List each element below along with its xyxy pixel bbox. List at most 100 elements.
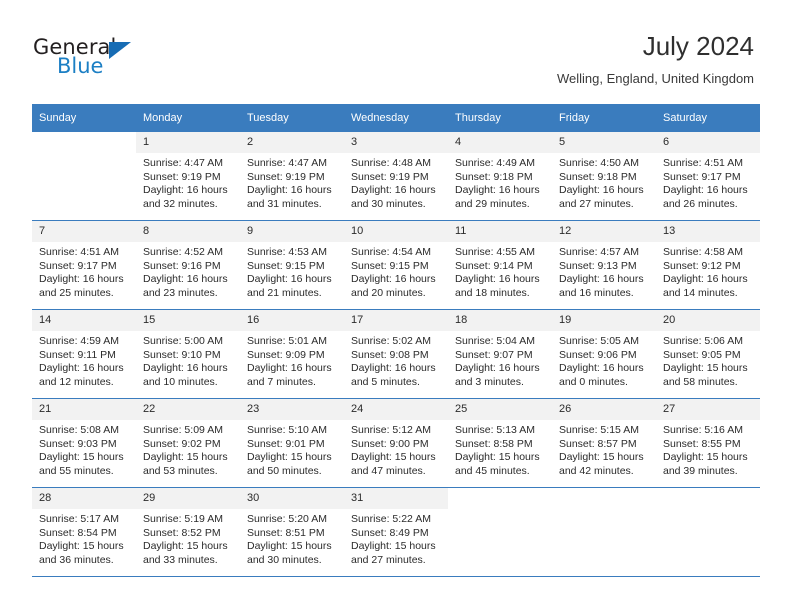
day-number: 11 <box>448 221 552 242</box>
day-cell-content: 3 Sunrise: 4:48 AM Sunset: 9:19 PM Daylight… <box>344 132 448 220</box>
daylight-duration-line1: Daylight: 16 hours <box>351 184 436 197</box>
day-cell-content: 10 Sunrise: 4:54 AM Sunset: 9:15 PM Dayligh… <box>344 221 448 309</box>
day-details: Sunrise: 4:58 AM Sunset: 9:12 PM Daylight:… <box>656 242 760 300</box>
day-details: Sunrise: 4:49 AM Sunset: 9:18 PM Daylight:… <box>448 153 552 211</box>
day-details: Sunrise: 5:15 AM Sunset: 8:57 PM Daylight:… <box>552 420 656 478</box>
calendar-day-cell[interactable]: 4 Sunrise: 4:49 AM Sunset: 9:18 PM Daylight… <box>448 132 552 221</box>
calendar-day-cell[interactable]: 1 Sunrise: 4:47 AM Sunset: 9:19 PM Daylight… <box>136 132 240 221</box>
sunrise-time: Sunrise: 4:59 AM <box>39 335 119 347</box>
calendar-week-row: 21 Sunrise: 5:08 AM Sunset: 9:03 PM Dayligh… <box>32 398 760 488</box>
calendar-day-cell[interactable]: 22 Sunrise: 5:09 AM Sunset: 9:02 PM Dayligh… <box>136 398 240 488</box>
day-details: Sunrise: 4:54 AM Sunset: 9:15 PM Daylight:… <box>344 242 448 300</box>
daylight-duration-line1: Daylight: 15 hours <box>351 451 436 464</box>
day-cell-content: 29 Sunrise: 5:19 AM Sunset: 8:52 PM Dayligh… <box>136 488 240 576</box>
calendar-day-cell[interactable]: 10 Sunrise: 4:54 AM Sunset: 9:15 PM Dayligh… <box>344 220 448 310</box>
day-number: 3 <box>344 132 448 153</box>
calendar-day-cell[interactable]: 30 Sunrise: 5:20 AM Sunset: 8:51 PM Dayligh… <box>240 487 344 577</box>
daylight-duration-line1: Daylight: 15 hours <box>559 451 644 464</box>
calendar-day-cell[interactable]: 9 Sunrise: 4:53 AM Sunset: 9:15 PM Daylight… <box>240 220 344 310</box>
sunset-time: Sunset: 9:06 PM <box>559 348 637 361</box>
calendar-day-cell[interactable]: 20 Sunrise: 5:06 AM Sunset: 9:05 PM Dayligh… <box>656 309 760 399</box>
daylight-duration-line1: Daylight: 16 hours <box>143 362 228 375</box>
daylight-duration-line2: and 10 minutes. <box>143 375 218 388</box>
calendar-day-cell[interactable]: 12 Sunrise: 4:57 AM Sunset: 9:13 PM Dayligh… <box>552 220 656 310</box>
day-number <box>32 132 136 153</box>
day-number: 6 <box>656 132 760 153</box>
calendar-day-cell[interactable]: 21 Sunrise: 5:08 AM Sunset: 9:03 PM Dayligh… <box>32 398 136 488</box>
sunset-time: Sunset: 9:14 PM <box>455 259 533 272</box>
sunset-time: Sunset: 9:18 PM <box>455 170 533 183</box>
daylight-duration-line1: Daylight: 16 hours <box>351 362 436 375</box>
day-cell-content: 18 Sunrise: 5:04 AM Sunset: 9:07 PM Dayligh… <box>448 310 552 398</box>
day-number: 18 <box>448 310 552 331</box>
day-number: 22 <box>136 399 240 420</box>
day-number: 2 <box>240 132 344 153</box>
day-details: Sunrise: 5:06 AM Sunset: 9:05 PM Daylight:… <box>656 331 760 389</box>
calendar-day-cell[interactable]: 29 Sunrise: 5:19 AM Sunset: 8:52 PM Dayligh… <box>136 487 240 577</box>
sunrise-time: Sunrise: 4:47 AM <box>247 157 327 169</box>
sunrise-time: Sunrise: 4:51 AM <box>663 157 743 169</box>
day-details: Sunrise: 4:51 AM Sunset: 9:17 PM Daylight:… <box>656 153 760 211</box>
calendar-day-cell[interactable]: 15 Sunrise: 5:00 AM Sunset: 9:10 PM Dayligh… <box>136 309 240 399</box>
calendar-day-cell[interactable]: 13 Sunrise: 4:58 AM Sunset: 9:12 PM Dayligh… <box>656 220 760 310</box>
sunset-time: Sunset: 9:19 PM <box>351 170 429 183</box>
sunset-time: Sunset: 9:12 PM <box>663 259 741 272</box>
calendar-day-cell[interactable]: 2 Sunrise: 4:47 AM Sunset: 9:19 PM Daylight… <box>240 132 344 221</box>
calendar-day-cell[interactable]: 25 Sunrise: 5:13 AM Sunset: 8:58 PM Dayligh… <box>448 398 552 488</box>
calendar-day-cell-empty <box>552 487 656 577</box>
day-cell-content: 26 Sunrise: 5:15 AM Sunset: 8:57 PM Dayligh… <box>552 399 656 487</box>
calendar-day-cell[interactable]: 19 Sunrise: 5:05 AM Sunset: 9:06 PM Dayligh… <box>552 309 656 399</box>
day-cell-content: 25 Sunrise: 5:13 AM Sunset: 8:58 PM Dayligh… <box>448 399 552 487</box>
daylight-duration-line2: and 42 minutes. <box>559 464 634 477</box>
daylight-duration-line1: Daylight: 15 hours <box>351 540 436 553</box>
brand-name-blue: Blue <box>57 54 104 78</box>
calendar-day-cell[interactable]: 6 Sunrise: 4:51 AM Sunset: 9:17 PM Daylight… <box>656 132 760 221</box>
sunset-time: Sunset: 9:17 PM <box>663 170 741 183</box>
sunset-time: Sunset: 9:00 PM <box>351 437 429 450</box>
calendar-day-cell[interactable]: 28 Sunrise: 5:17 AM Sunset: 8:54 PM Dayligh… <box>32 487 136 577</box>
calendar-day-cell[interactable]: 5 Sunrise: 4:50 AM Sunset: 9:18 PM Daylight… <box>552 132 656 221</box>
sunset-time: Sunset: 9:18 PM <box>559 170 637 183</box>
calendar-day-cell[interactable]: 16 Sunrise: 5:01 AM Sunset: 9:09 PM Dayligh… <box>240 309 344 399</box>
day-details: Sunrise: 5:00 AM Sunset: 9:10 PM Daylight:… <box>136 331 240 389</box>
calendar-day-cell[interactable]: 27 Sunrise: 5:16 AM Sunset: 8:55 PM Dayligh… <box>656 398 760 488</box>
day-number: 31 <box>344 488 448 509</box>
day-number: 13 <box>656 221 760 242</box>
calendar-day-cell[interactable]: 18 Sunrise: 5:04 AM Sunset: 9:07 PM Dayligh… <box>448 309 552 399</box>
calendar-day-cell[interactable]: 8 Sunrise: 4:52 AM Sunset: 9:16 PM Daylight… <box>136 220 240 310</box>
day-cell-content: 2 Sunrise: 4:47 AM Sunset: 9:19 PM Daylight… <box>240 132 344 220</box>
sunset-time: Sunset: 8:52 PM <box>143 526 221 539</box>
day-number: 1 <box>136 132 240 153</box>
daylight-duration-line1: Daylight: 15 hours <box>143 451 228 464</box>
calendar-day-cell[interactable]: 11 Sunrise: 4:55 AM Sunset: 9:14 PM Dayligh… <box>448 220 552 310</box>
day-number <box>656 488 760 509</box>
daylight-duration-line1: Daylight: 15 hours <box>247 540 332 553</box>
day-number: 4 <box>448 132 552 153</box>
day-details: Sunrise: 4:53 AM Sunset: 9:15 PM Daylight:… <box>240 242 344 300</box>
sunset-time: Sunset: 9:07 PM <box>455 348 533 361</box>
calendar-day-cell[interactable]: 26 Sunrise: 5:15 AM Sunset: 8:57 PM Dayligh… <box>552 398 656 488</box>
calendar-day-cell[interactable]: 17 Sunrise: 5:02 AM Sunset: 9:08 PM Dayligh… <box>344 309 448 399</box>
day-number: 19 <box>552 310 656 331</box>
day-details: Sunrise: 5:08 AM Sunset: 9:03 PM Daylight:… <box>32 420 136 478</box>
day-details: Sunrise: 5:19 AM Sunset: 8:52 PM Daylight:… <box>136 509 240 567</box>
daylight-duration-line2: and 18 minutes. <box>455 286 530 299</box>
daylight-duration-line1: Daylight: 16 hours <box>247 273 332 286</box>
daylight-duration-line2: and 0 minutes. <box>559 375 628 388</box>
calendar-day-cell[interactable]: 24 Sunrise: 5:12 AM Sunset: 9:00 PM Dayligh… <box>344 398 448 488</box>
calendar-day-cell[interactable]: 23 Sunrise: 5:10 AM Sunset: 9:01 PM Dayligh… <box>240 398 344 488</box>
calendar-week-row: 28 Sunrise: 5:17 AM Sunset: 8:54 PM Dayligh… <box>32 487 760 577</box>
calendar-day-cell[interactable]: 31 Sunrise: 5:22 AM Sunset: 8:49 PM Dayligh… <box>344 487 448 577</box>
daylight-duration-line1: Daylight: 16 hours <box>247 184 332 197</box>
calendar-day-cell[interactable]: 3 Sunrise: 4:48 AM Sunset: 9:19 PM Daylight… <box>344 132 448 221</box>
sunrise-time: Sunrise: 5:08 AM <box>39 424 119 436</box>
calendar-day-cell[interactable]: 14 Sunrise: 4:59 AM Sunset: 9:11 PM Dayligh… <box>32 309 136 399</box>
sunrise-time: Sunrise: 5:09 AM <box>143 424 223 436</box>
day-cell-content <box>448 488 552 576</box>
brand-logo[interactable]: General Blue <box>33 36 233 86</box>
day-details: Sunrise: 5:17 AM Sunset: 8:54 PM Daylight:… <box>32 509 136 567</box>
calendar-day-cell[interactable]: 7 Sunrise: 4:51 AM Sunset: 9:17 PM Daylight… <box>32 220 136 310</box>
weekday-header-thursday: Thursday <box>448 104 552 132</box>
daylight-duration-line1: Daylight: 16 hours <box>559 273 644 286</box>
day-details: Sunrise: 5:20 AM Sunset: 8:51 PM Daylight:… <box>240 509 344 567</box>
